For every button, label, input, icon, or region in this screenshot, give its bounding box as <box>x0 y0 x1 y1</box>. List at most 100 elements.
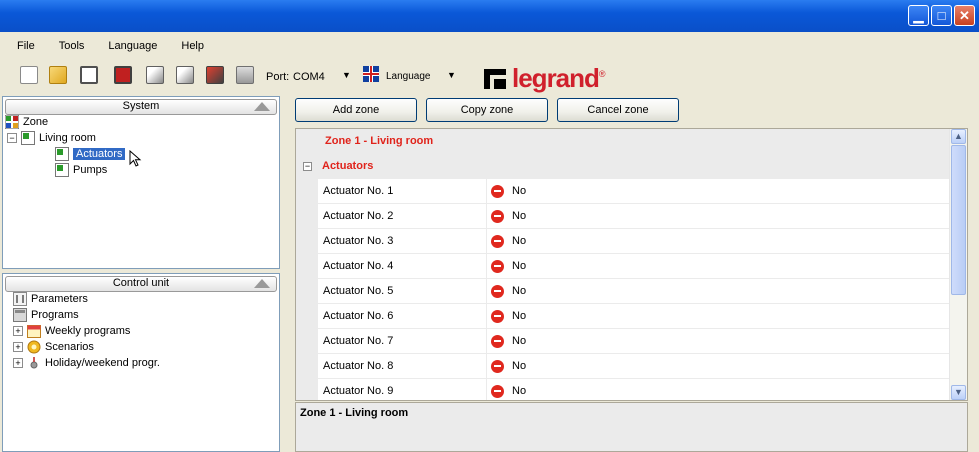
collapse-icon[interactable]: − <box>303 162 312 171</box>
tree-item-zone[interactable]: Zone <box>5 114 48 130</box>
table-row[interactable]: Actuator No. 6 No <box>296 304 952 329</box>
actuator-value[interactable]: No <box>491 204 526 229</box>
calendar-icon <box>27 325 41 338</box>
tree-label: Parameters <box>31 293 88 305</box>
pump-icon <box>55 163 69 177</box>
actuator-name: Actuator No. 5 <box>323 279 487 304</box>
tree-item-pumps[interactable]: Pumps <box>55 162 107 178</box>
scroll-down-icon[interactable]: ▼ <box>951 385 966 400</box>
no-entry-icon <box>491 309 504 323</box>
programs-icon <box>13 308 27 322</box>
legrand-logo: legrand ® <box>484 63 606 94</box>
control-unit-panel-header[interactable]: Control unit <box>5 276 277 292</box>
tree-item-weekly-programs[interactable]: + Weekly programs <box>13 323 130 339</box>
tree-label: Pumps <box>73 164 108 176</box>
table-row[interactable]: Actuator No. 5 No <box>296 279 952 304</box>
tree-item-living-room[interactable]: − Living room <box>7 130 96 146</box>
table-row[interactable]: Actuator No. 9 No <box>296 379 952 400</box>
actuator-name: Actuator No. 4 <box>323 254 487 279</box>
table-row[interactable]: Actuator No. 7 No <box>296 329 952 354</box>
actuator-value[interactable]: No <box>491 379 527 400</box>
zone-icon <box>5 115 19 129</box>
expand-icon[interactable]: + <box>13 326 23 336</box>
actuator-value[interactable]: No <box>491 329 526 354</box>
registered-mark: ® <box>598 69 606 79</box>
chevron-down-icon[interactable]: ▼ <box>342 70 351 80</box>
actuator-value-text: No <box>512 235 527 247</box>
action-icon[interactable] <box>176 66 194 84</box>
tree-label: Scenarios <box>45 341 94 353</box>
scroll-up-icon[interactable]: ▲ <box>951 129 966 144</box>
menu-tools[interactable]: Tools <box>47 32 97 60</box>
tree-label: Living room <box>39 132 96 144</box>
vertical-scrollbar[interactable]: ▲ ▼ <box>949 129 967 400</box>
table-row[interactable]: Actuator No. 8 No <box>296 354 952 379</box>
port-select[interactable]: COM4 <box>293 71 325 83</box>
menu-help[interactable]: Help <box>169 32 216 60</box>
tree-item-holiday[interactable]: + Holiday/weekend progr. <box>13 355 160 371</box>
scroll-thumb[interactable] <box>951 145 966 295</box>
actuator-value[interactable]: No <box>491 279 526 304</box>
actuator-value[interactable]: No <box>491 179 526 204</box>
no-entry-icon <box>491 259 504 273</box>
tree-item-actuators[interactable]: Actuators <box>55 146 143 167</box>
menu-language[interactable]: Language <box>96 32 169 60</box>
collapse-icon[interactable] <box>254 279 270 288</box>
flag-icon <box>363 66 379 82</box>
expand-icon[interactable]: + <box>13 358 23 368</box>
actuator-value[interactable]: No <box>491 229 526 254</box>
control-unit-panel: Control unit Parameters Programs + Weekl… <box>2 273 280 452</box>
cancel-zone-button[interactable]: Cancel zone <box>557 98 679 122</box>
language-select[interactable]: Language <box>386 71 431 82</box>
tree-label: Zone <box>23 116 49 128</box>
table-row[interactable]: Actuator No. 4 No <box>296 254 952 279</box>
actuator-value-text: No <box>512 335 527 347</box>
close-icon[interactable]: ✕ <box>954 5 975 26</box>
tree-label: Programs <box>31 309 79 321</box>
actuator-name: Actuator No. 9 <box>323 379 487 400</box>
send-icon[interactable] <box>206 66 224 84</box>
copy-zone-button[interactable]: Copy zone <box>426 98 548 122</box>
report-icon[interactable] <box>236 66 254 84</box>
action-icon[interactable] <box>146 66 164 84</box>
actuator-icon <box>55 147 69 161</box>
actuator-value-text: No <box>512 385 527 397</box>
tree-item-parameters[interactable]: Parameters <box>13 291 88 307</box>
new-icon[interactable] <box>20 66 38 84</box>
tree-label: Weekly programs <box>45 325 131 337</box>
actuator-name: Actuator No. 8 <box>323 354 487 379</box>
expand-icon[interactable]: + <box>13 342 23 352</box>
chevron-down-icon[interactable]: ▼ <box>447 70 456 80</box>
actuator-value[interactable]: No <box>491 254 526 279</box>
tree-item-programs[interactable]: Programs <box>13 307 79 323</box>
collapse-icon[interactable]: − <box>7 133 17 143</box>
group-label: Actuators <box>322 160 374 172</box>
tree-item-scenarios[interactable]: + Scenarios <box>13 339 94 355</box>
tree-label: Actuators <box>73 148 126 160</box>
delete-icon[interactable] <box>114 66 132 84</box>
actuator-value[interactable]: No <box>491 304 526 329</box>
room-icon <box>21 131 35 145</box>
maximize-icon[interactable]: □ <box>931 5 952 26</box>
menu-file[interactable]: File <box>0 32 47 60</box>
actuator-name: Actuator No. 7 <box>323 329 487 354</box>
minimize-icon[interactable]: ▁ <box>908 5 929 26</box>
actuator-name: Actuator No. 1 <box>323 179 487 204</box>
scenario-icon <box>27 340 41 354</box>
group-row-actuators[interactable]: − Actuators <box>296 154 952 179</box>
system-panel-header[interactable]: System <box>5 99 277 115</box>
title-bar: ▁ □ ✕ <box>0 0 979 32</box>
actuator-name: Actuator No. 3 <box>323 229 487 254</box>
actuator-value-text: No <box>512 210 527 222</box>
save-icon[interactable] <box>80 66 98 84</box>
table-row[interactable]: Actuator No. 1 No <box>296 179 952 204</box>
add-zone-button[interactable]: Add zone <box>295 98 417 122</box>
collapse-icon[interactable] <box>254 102 270 111</box>
table-row[interactable]: Actuator No. 2 No <box>296 204 952 229</box>
actuator-value-text: No <box>512 310 527 322</box>
legrand-mark-icon <box>484 68 506 89</box>
table-row[interactable]: Actuator No. 3 No <box>296 229 952 254</box>
zone-property-grid: Zone 1 - Living room − Actuators Actuato… <box>295 128 968 401</box>
open-icon[interactable] <box>49 66 67 84</box>
actuator-value[interactable]: No <box>491 354 526 379</box>
